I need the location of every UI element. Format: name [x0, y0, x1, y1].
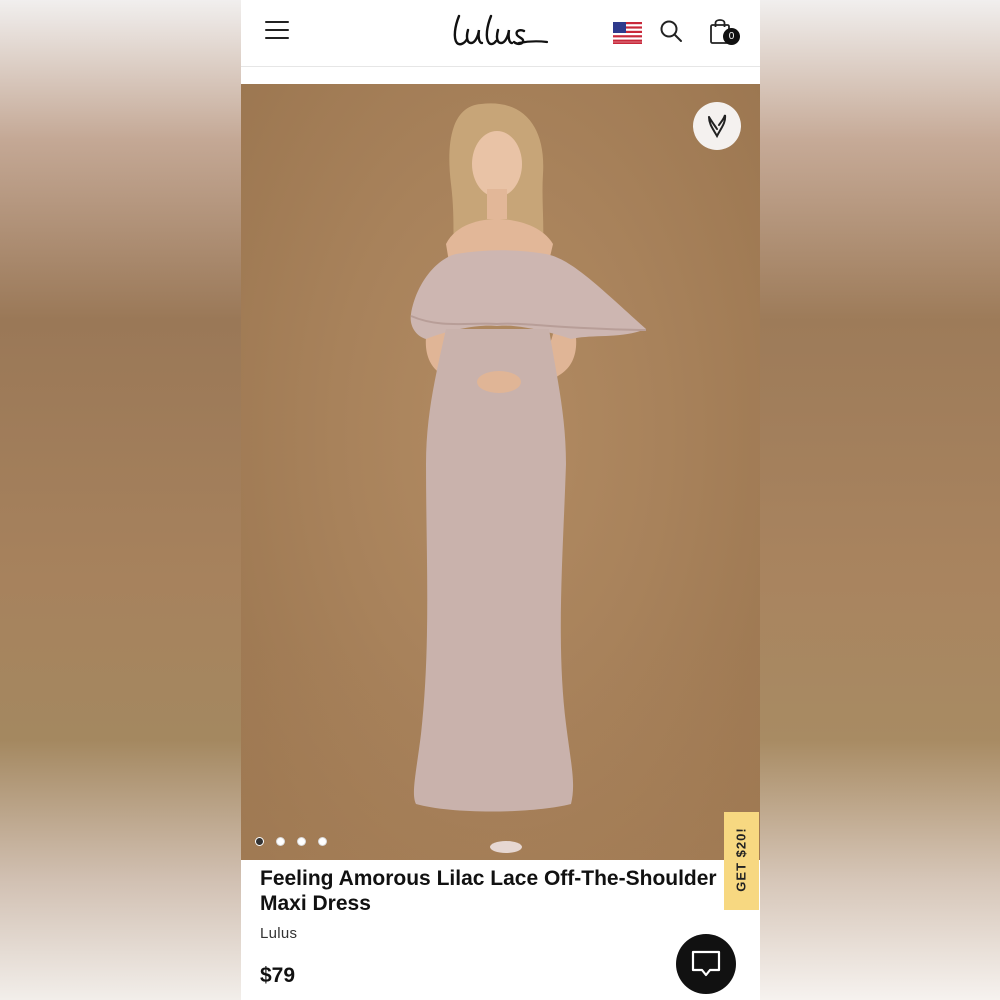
us-flag-icon[interactable] — [613, 22, 642, 44]
menu-icon[interactable] — [265, 21, 289, 39]
background-blur-right — [760, 0, 1000, 1000]
mobile-page: 0 GET $20! Feeling Amorous Lilac Lace Of… — [241, 0, 760, 1000]
chat-button[interactable] — [676, 934, 736, 994]
chat-icon — [691, 950, 721, 977]
product-image[interactable] — [241, 84, 760, 860]
lulus-logo[interactable] — [451, 10, 551, 50]
background-blur-left — [0, 0, 241, 1000]
carousel-dot-1[interactable] — [255, 837, 264, 846]
promo-label: GET $20! — [733, 827, 749, 892]
site-header: 0 — [241, 0, 760, 67]
product-brand[interactable]: Lulus — [260, 925, 297, 942]
carousel-dot-3[interactable] — [297, 837, 306, 846]
product-title: Feeling Amorous Lilac Lace Off-The-Shoul… — [260, 867, 717, 915]
cart-count-badge[interactable]: 0 — [723, 28, 740, 45]
carousel-dot-2[interactable] — [276, 837, 285, 846]
product-price: $79 — [260, 964, 296, 987]
heart-icon — [708, 114, 727, 139]
wishlist-button[interactable] — [693, 102, 741, 150]
search-icon[interactable] — [659, 19, 683, 43]
carousel-dot-4[interactable] — [318, 837, 327, 846]
model-figure — [410, 103, 647, 853]
